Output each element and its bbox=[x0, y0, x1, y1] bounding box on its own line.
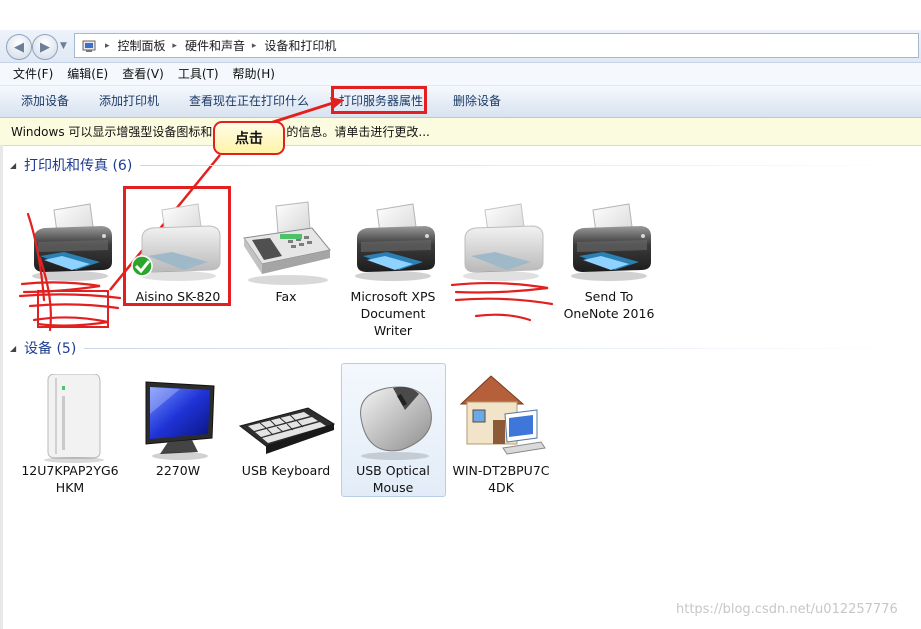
mouse-item[interactable]: USB Optical Mouse bbox=[341, 374, 445, 524]
group-divider bbox=[140, 164, 915, 166]
info-bar-text-before: Windows 可以显示增强型设备图标和 bbox=[11, 125, 213, 139]
menu-bar: 文件(F) 编辑(E) 查看(V) 工具(T) 帮助(H) bbox=[0, 63, 921, 86]
menu-view[interactable]: 查看(V) bbox=[116, 64, 170, 84]
menu-edit[interactable]: 编辑(E) bbox=[61, 64, 114, 84]
printer-label: Send To OneNote 2016 bbox=[563, 289, 655, 321]
breadcrumb-item-devices-printers[interactable]: 设备和打印机 bbox=[264, 37, 336, 54]
printer-item-onenote[interactable]: Send To OneNote 2016 bbox=[557, 200, 661, 350]
printer-label: Microsoft XPS Document Writer bbox=[350, 289, 436, 338]
add-device-button[interactable]: 添加设备 bbox=[21, 93, 69, 109]
group-title: 打印机和传真 (6) bbox=[24, 158, 133, 174]
chevron-right-icon: ▸ bbox=[248, 40, 257, 51]
home-network-icon bbox=[459, 375, 546, 455]
printer-icon bbox=[20, 200, 120, 290]
computer-item[interactable]: 12U7KPAP2YG6 HKM bbox=[18, 374, 122, 524]
add-printer-button[interactable]: 添加打印机 bbox=[99, 93, 159, 109]
remove-device-button[interactable]: 删除设备 bbox=[453, 93, 501, 109]
watermark: https://blog.csdn.net/u012257776 bbox=[676, 602, 898, 617]
network-computer-label: WIN-DT2BPU7C 4DK bbox=[452, 463, 550, 495]
address-box[interactable]: ▸ 控制面板 ▸ 硬件和声音 ▸ 设备和打印机 bbox=[74, 33, 919, 58]
collapse-triangle-icon[interactable]: ◢ bbox=[10, 344, 22, 353]
collapse-triangle-icon[interactable]: ◢ bbox=[10, 161, 22, 170]
highlight-box-aisino bbox=[123, 186, 231, 306]
menu-help[interactable]: 帮助(H) bbox=[227, 64, 281, 84]
breadcrumb-label: 设备和打印机 bbox=[264, 39, 337, 53]
group-header-devices[interactable]: ◢ 设备 (5) bbox=[0, 337, 921, 359]
arrow-left-icon: ◀ bbox=[14, 39, 24, 55]
fax-label: Fax bbox=[275, 289, 297, 304]
group-divider bbox=[84, 347, 915, 349]
see-whats-printing-button[interactable]: 查看现在正在打印什么 bbox=[189, 93, 309, 109]
network-computer-item[interactable]: WIN-DT2BPU7C 4DK bbox=[449, 374, 553, 524]
keyboard-icon bbox=[238, 407, 336, 454]
menu-tools[interactable]: 工具(T) bbox=[172, 64, 225, 84]
menu-file[interactable]: 文件(F) bbox=[7, 64, 59, 84]
back-button[interactable]: ◀ bbox=[6, 34, 32, 60]
history-dropdown-icon[interactable]: ▼ bbox=[60, 41, 67, 51]
monitor-label: 2270W bbox=[155, 463, 201, 478]
chevron-right-icon: ▸ bbox=[169, 40, 177, 51]
breadcrumb-label: 硬件和声音 bbox=[184, 39, 245, 53]
info-bar[interactable]: Windows 可以显示增强型设备图标和 的信息。请单击进行更改... bbox=[0, 118, 921, 146]
breadcrumb-label: 控制面板 bbox=[117, 39, 166, 53]
info-bar-text-after: 的信息。请单击进行更改... bbox=[286, 125, 430, 139]
group-title: 设备 (5) bbox=[24, 341, 77, 357]
mouse-label: USB Optical Mouse bbox=[356, 463, 430, 495]
printer-icon bbox=[343, 200, 443, 290]
printer-icon bbox=[451, 200, 551, 290]
fax-icon bbox=[243, 201, 331, 285]
breadcrumb-item-control-panel[interactable]: 控制面板 ▸ bbox=[118, 37, 185, 54]
breadcrumb-item-hardware-sound[interactable]: 硬件和声音 ▸ bbox=[185, 37, 264, 54]
keyboard-item[interactable]: USB Keyboard bbox=[234, 374, 338, 524]
monitor-icon bbox=[145, 381, 215, 460]
printer-item[interactable] bbox=[449, 200, 553, 350]
fax-item[interactable]: Fax bbox=[234, 200, 338, 350]
address-bar-row: ◀ ▶ ▼ ▸ 控制面板 ▸ 硬件和声音 ▸ 设备和打印机 bbox=[0, 30, 921, 63]
command-bar: 添加设备 添加打印机 查看现在正在打印什么 打印服务器属性 删除设备 bbox=[0, 86, 921, 118]
window-top bbox=[0, 0, 921, 30]
keyboard-label: USB Keyboard bbox=[241, 463, 331, 478]
group-header-printers[interactable]: ◢ 打印机和传真 (6) bbox=[0, 154, 921, 176]
forward-button[interactable]: ▶ bbox=[32, 34, 58, 60]
window-left-edge bbox=[0, 145, 3, 629]
callout-click: 点击 bbox=[213, 121, 285, 155]
monitor-item[interactable]: 2270W bbox=[126, 374, 230, 524]
chevron-right-icon: ▸ bbox=[105, 40, 110, 51]
printer-item-xps[interactable]: Microsoft XPS Document Writer bbox=[341, 200, 445, 350]
printer-item[interactable] bbox=[18, 200, 122, 350]
computer-label: 12U7KPAP2YG6 HKM bbox=[21, 463, 119, 495]
control-panel-icon bbox=[79, 36, 101, 56]
printer-icon bbox=[559, 200, 659, 290]
arrow-right-icon: ▶ bbox=[40, 39, 50, 55]
mouse-icon bbox=[360, 386, 432, 460]
computer-tower-icon bbox=[44, 374, 104, 463]
breadcrumb-root-chevron[interactable]: ▸ bbox=[101, 41, 118, 51]
highlight-box-print-server bbox=[331, 86, 427, 114]
